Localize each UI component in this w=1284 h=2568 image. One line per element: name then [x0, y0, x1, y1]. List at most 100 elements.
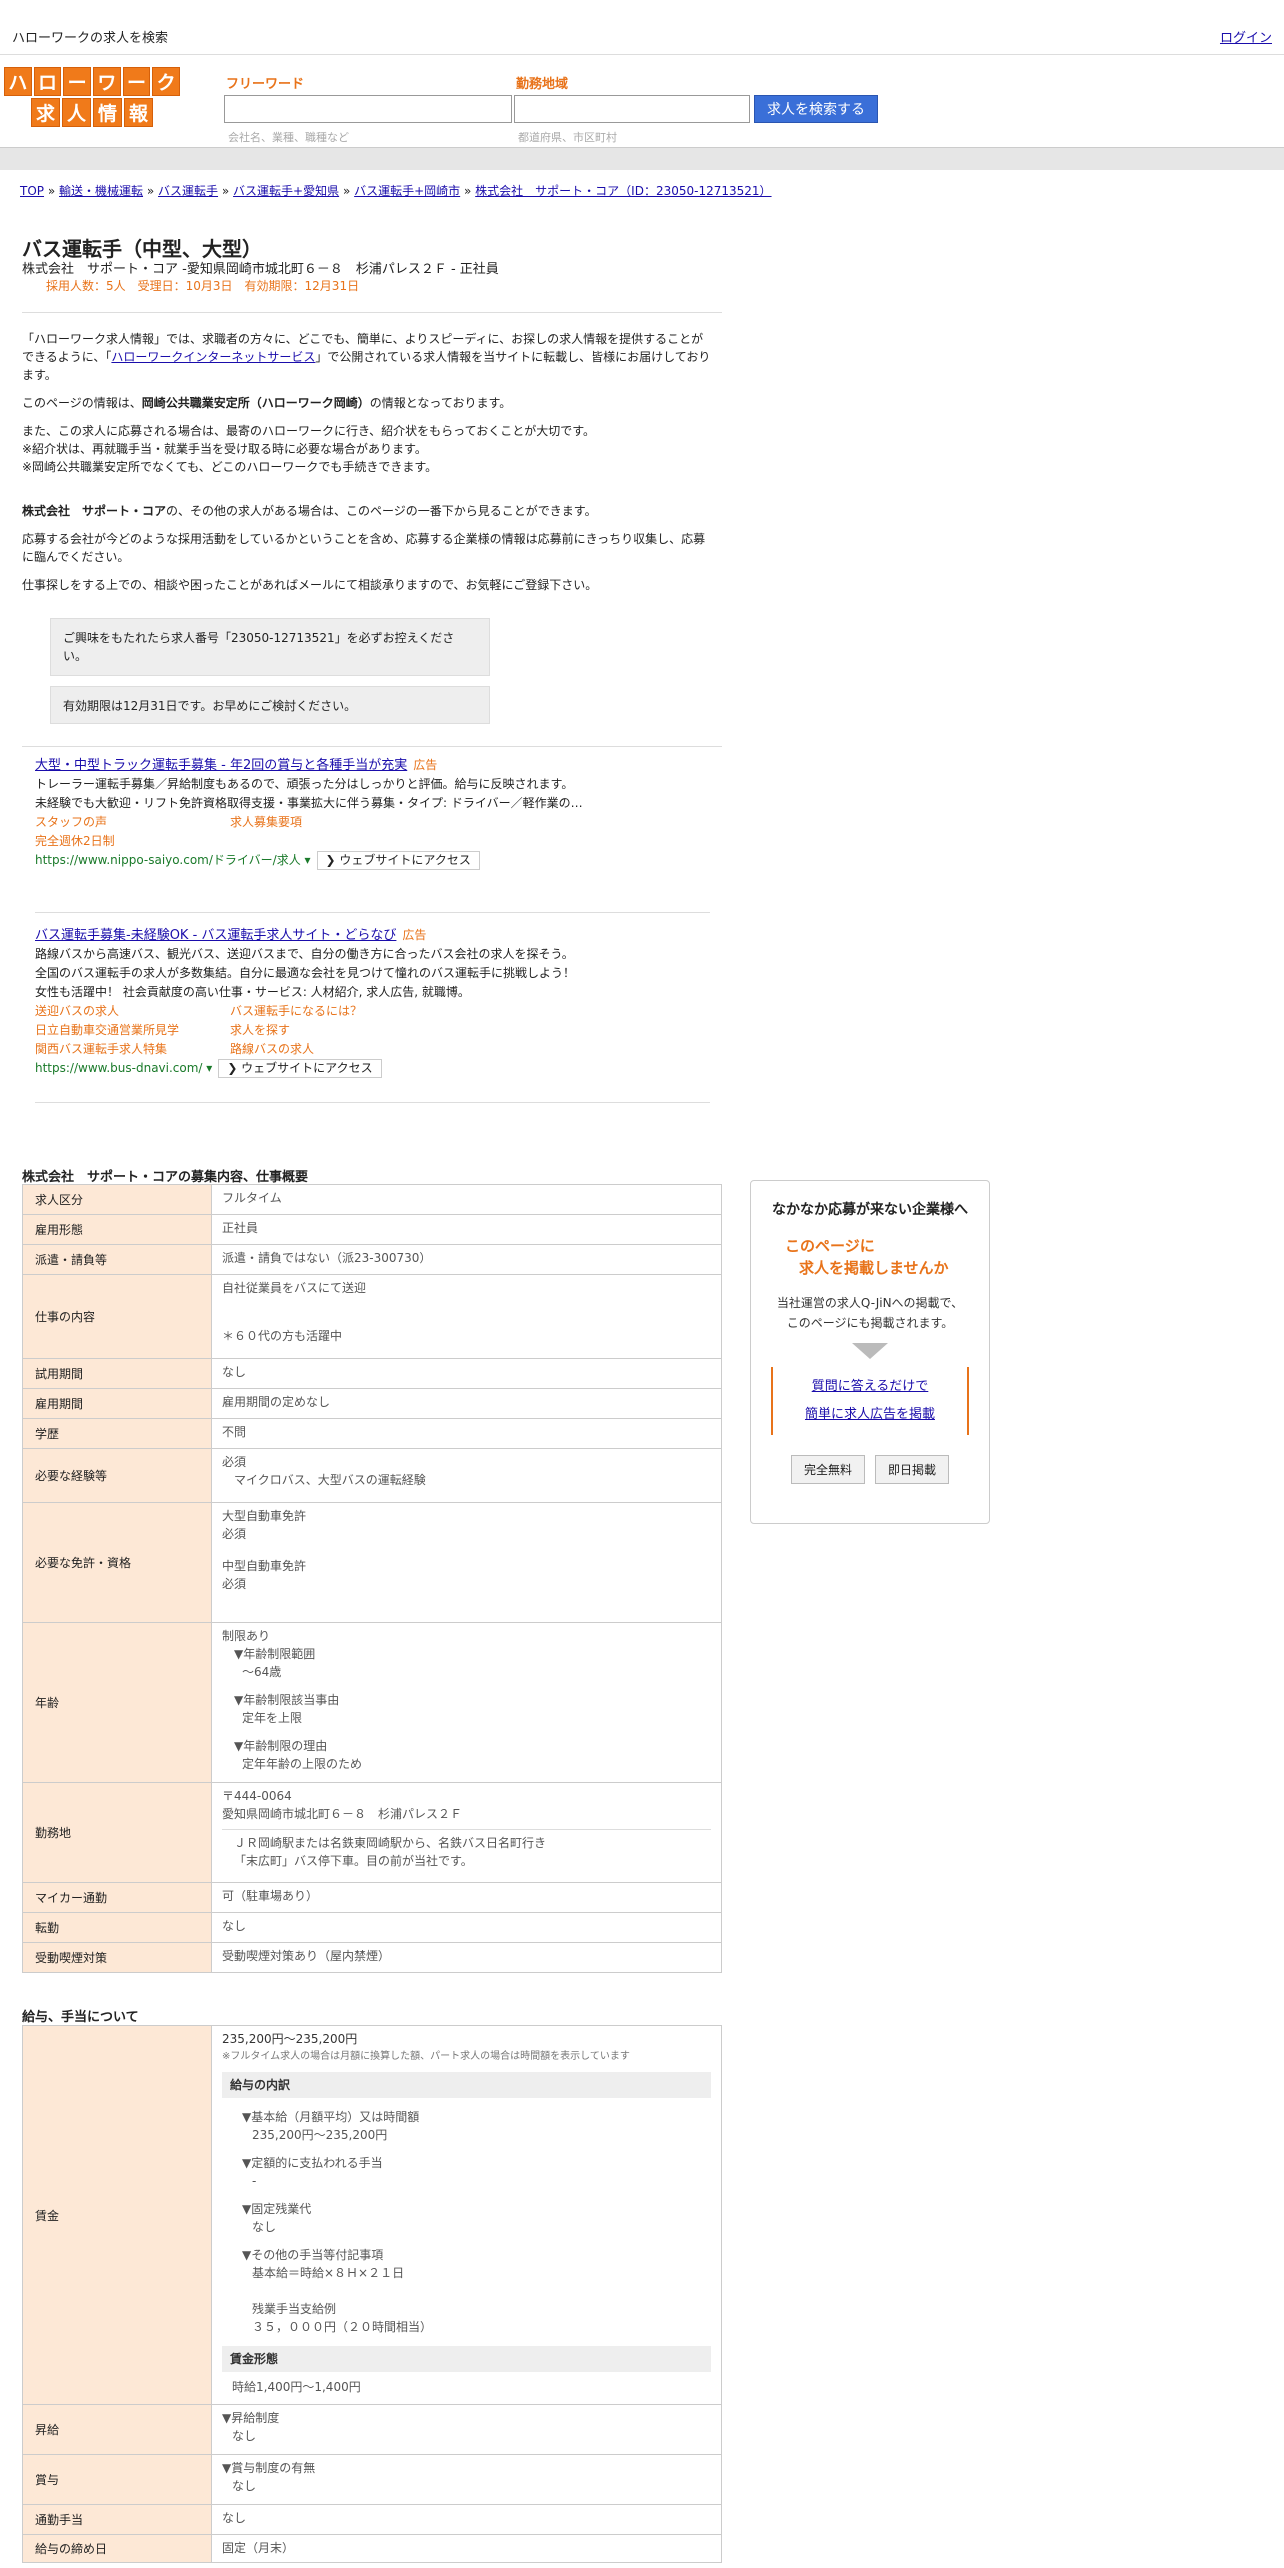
breadcrumb: TOP » 輸送・機械運転 » バス運転手 » バス運転手+愛知県 » バス運転…: [20, 182, 772, 199]
ad-url[interactable]: https://www.nippo-saiyo.com/ドライバー/求人 ▾: [35, 853, 311, 867]
area-hint: 都道府県、市区町村: [518, 131, 617, 144]
text: ▼基本給（月額平均）又は時間額: [242, 2110, 420, 2124]
row-label: 雇用形態: [22, 1214, 212, 1245]
area-input[interactable]: [514, 95, 750, 123]
text: -: [252, 2174, 257, 2188]
text: ３５，０００円（２０時間相当）: [252, 2320, 433, 2334]
breadcrumb-link[interactable]: バス運転手+愛知県: [233, 184, 339, 198]
promo-link[interactable]: 質問に答えるだけで: [812, 1379, 929, 1394]
table-row: 必要な経験等 必須 マイクロバス、大型バスの運転経験: [22, 1448, 722, 1503]
row-label: 給与の締め日: [22, 2534, 212, 2563]
text: ▼賞与制度の有無: [222, 2461, 316, 2475]
text: ▼年齢制限該当事由: [234, 1693, 340, 1707]
text: ＪＲ岡崎駅または名鉄東岡崎駅から、名鉄バス日名町行き: [234, 1836, 547, 1850]
row-value: 〒444-0064 愛知県岡崎市城北町６－８ 杉浦パレス２Ｆ ＪＲ岡崎駅または名鉄東…: [211, 1782, 722, 1883]
row-label: 求人区分: [22, 1184, 212, 1215]
ad-sitelink[interactable]: 完全週休2日制: [35, 832, 230, 851]
divider: [35, 1102, 710, 1103]
row-value: 235,200円〜235,200円 ※フルタイム求人の場合は月額に換算した額、パ…: [211, 2025, 722, 2405]
job-number-note: ご興味をもたれたら求人番号「23050-12713521」を必ずお控えください。: [50, 618, 490, 676]
job-subtitle: 株式会社 サポート・コア -愛知県岡崎市城北町６－８ 杉浦パレス２Ｆ - 正社員: [22, 262, 499, 277]
row-value: 受動喫煙対策あり（屋内禁煙）: [211, 1942, 722, 1973]
ad-mark: 広告: [413, 758, 438, 772]
row-label: 賃金: [22, 2025, 212, 2405]
text: なし: [252, 2220, 277, 2234]
table-row: 学歴 不問: [22, 1418, 722, 1449]
text: 中型自動車免許: [222, 1559, 307, 1573]
ad-sitelink[interactable]: バス運転手になるには？: [230, 1002, 430, 1021]
hellowork-logo[interactable]: ハ ロ ー ワ ー ク 求 人 情 報: [3, 67, 181, 127]
area-label: 勤務地域: [516, 77, 569, 92]
row-label: 派遣・請負等: [22, 1244, 212, 1275]
text: ▼その他の手当等付記事項: [242, 2248, 384, 2262]
ad-title-link[interactable]: 大型・中型トラック運転手募集 - 年2回の賞与と各種手当が充実: [35, 758, 407, 773]
intro-p5: 応募する会社が今どのような採用活動をしているかということを含め、応募する企業様の…: [22, 532, 706, 564]
visit-website-button[interactable]: ❯ ウェブサイトにアクセス: [218, 1059, 382, 1078]
table-row: 雇用形態 正社員: [22, 1214, 722, 1245]
promo-desc: 当社運営の求人Q-JiNへの掲載で、 このページにも掲載されます。: [751, 1293, 989, 1333]
text: また、この求人に応募される場合は、最寄のハローワークに行き、紹介状をもらっておく…: [22, 424, 596, 438]
intro-text: 「ハローワーク求人情報」では、求職者の方々に、どこでも、簡単に、よりスピーディに…: [22, 330, 712, 604]
row-value: 自社従業員をバスにて送迎 ＊６０代の方も活躍中: [211, 1274, 722, 1359]
row-label: 勤務地: [22, 1782, 212, 1883]
text: ▼年齢制限範囲: [234, 1647, 316, 1661]
free-word-input[interactable]: [224, 95, 512, 123]
header-band: [0, 147, 1284, 170]
hellowork-internet-link[interactable]: ハローワークインターネットサービス: [111, 350, 315, 364]
table-row: 受動喫煙対策 受動喫煙対策あり（屋内禁煙）: [22, 1942, 722, 1973]
logo-char: ワ: [93, 67, 121, 96]
table-row: 派遣・請負等 派遣・請負ではない（派23-300730）: [22, 1244, 722, 1275]
ad-sitelink[interactable]: 路線バスの求人: [230, 1040, 430, 1059]
text: ▼年齢制限の理由: [234, 1739, 328, 1753]
same-day-button[interactable]: 即日掲載: [875, 1455, 950, 1484]
detail-table: 求人区分 フルタイム 雇用形態 正社員 派遣・請負等 派遣・請負ではない（派23-30…: [22, 1184, 722, 1973]
ad-sitelink[interactable]: 送迎バスの求人: [35, 1002, 230, 1021]
logo-char: 情: [93, 98, 122, 127]
search-button[interactable]: 求人を検索する: [754, 95, 878, 123]
ad-sitelink[interactable]: 求人を探す: [230, 1021, 430, 1040]
breakdown-heading: 給与の内訳: [222, 2072, 711, 2098]
breadcrumb-link[interactable]: TOP: [20, 184, 44, 198]
promo-link[interactable]: 簡単に求人広告を掲載: [805, 1407, 935, 1422]
ad-sitelink[interactable]: スタッフの声: [35, 813, 230, 832]
row-label: 通勤手当: [22, 2504, 212, 2535]
breadcrumb-link[interactable]: バス運転手+岡崎市: [354, 184, 460, 198]
ad-sitelinks: 送迎バスの求人 バス運転手になるには？ 日立自動車交通営業所見学 求人を探す 関…: [35, 1002, 695, 1059]
row-value: ▼賞与制度の有無なし: [211, 2454, 722, 2505]
promo-title: なかなか応募が来ない企業様へ: [772, 1202, 968, 1218]
ad-title-link[interactable]: バス運転手募集-未経験OK - バス運転手求人サイト・どらなび: [35, 928, 396, 943]
text: ※紹介状は、再就職手当・就業手当を受け取る時に必要な場合があります。: [22, 442, 427, 456]
ad-url[interactable]: https://www.bus-dnavi.com/ ▾: [35, 1061, 212, 1075]
free-button[interactable]: 完全無料: [790, 1455, 865, 1484]
ad-sitelinks: スタッフの声 求人募集要項 完全週休2日制: [35, 813, 695, 851]
side-promo-box: なかなか応募が来ない企業様へ このページに 求人を掲載しませんか 当社運営の求人…: [750, 1180, 990, 1524]
breadcrumb-link[interactable]: バス運転手: [158, 184, 218, 198]
ad-line: トレーラー運転手募集／昇給制度もあるので、頑張った分はしっかりと評価。給与に反映…: [35, 777, 574, 791]
ad-sitelink[interactable]: 日立自動車交通営業所見学: [35, 1021, 230, 1040]
text: 当社運営の求人Q-JiNへの掲載で、: [776, 1296, 964, 1310]
logo-char: 報: [124, 98, 153, 127]
breadcrumb-link[interactable]: 輸送・機械運転: [59, 184, 143, 198]
site-title: ハローワークの求人を検索: [12, 31, 169, 46]
table-row: 賃金 235,200円〜235,200円 ※フルタイム求人の場合は月額に換算した…: [22, 2025, 722, 2405]
ad-sitelink[interactable]: 関西バス運転手求人特集: [35, 1040, 230, 1059]
ad-sitelink[interactable]: 求人募集要項: [230, 813, 430, 832]
free-word-label: フリーワード: [226, 77, 305, 92]
breadcrumb-sep: »: [342, 184, 351, 198]
promo-buttons: 完全無料 即日掲載: [751, 1455, 989, 1484]
login-link[interactable]: ログイン: [1220, 27, 1272, 46]
breadcrumb-link[interactable]: 株式会社 サポート・コア（ID：23050-12713521）: [475, 184, 771, 198]
logo-char: ー: [63, 67, 91, 96]
visit-website-button[interactable]: ❯ ウェブサイトにアクセス: [316, 851, 480, 870]
breadcrumb-sep: »: [464, 184, 472, 198]
salary-table: 賃金 235,200円〜235,200円 ※フルタイム求人の場合は月額に換算した…: [22, 2025, 722, 2563]
top-bar: ハローワークの求人を検索 ログイン: [0, 0, 1284, 55]
promo-links: 質問に答えるだけで 簡単に求人広告を掲載: [771, 1367, 969, 1435]
text: 定年を上限: [242, 1711, 303, 1725]
row-label: 必要な免許・資格: [22, 1502, 212, 1623]
row-value: 可（駐車場あり）: [211, 1882, 722, 1913]
text: なし: [232, 2479, 257, 2493]
text: の、その他の求人がある場合は、このページの一番下から見ることができます。: [166, 504, 597, 518]
row-value: 雇用期間の定めなし: [211, 1388, 722, 1419]
text: 時給1,400円〜1,400円: [232, 2380, 361, 2394]
